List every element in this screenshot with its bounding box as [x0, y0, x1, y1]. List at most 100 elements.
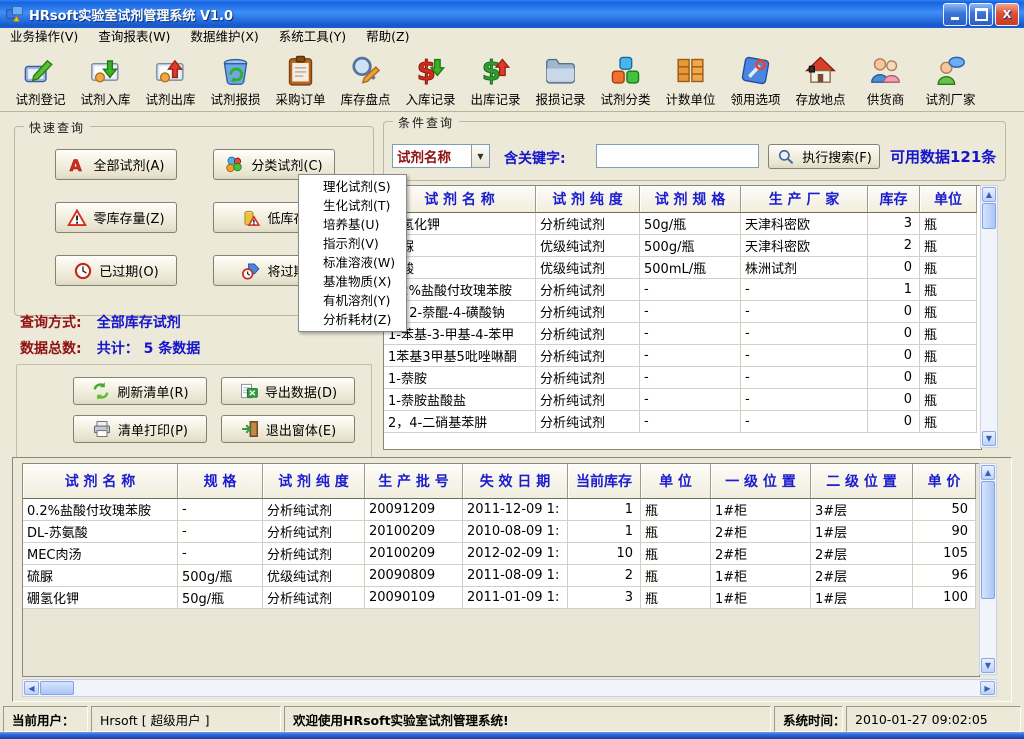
toolbar-button-usage-option[interactable]: 领用选项: [723, 46, 788, 108]
cell: 瓶: [641, 565, 711, 587]
toolbar-button-count-unit[interactable]: 计数单位: [658, 46, 723, 108]
column-header[interactable]: 试 剂 名 称: [23, 464, 178, 499]
export-button[interactable]: 导出数据(D): [221, 377, 355, 405]
column-header[interactable]: 生 产 厂 家: [741, 186, 868, 213]
column-header[interactable]: 单 位: [641, 464, 711, 499]
category-menu-item[interactable]: 指示剂(V): [299, 234, 406, 253]
category-menu-item[interactable]: 理化试剂(S): [299, 177, 406, 196]
refresh-button[interactable]: 刷新清单(R): [73, 377, 207, 405]
table-row[interactable]: 0.2%盐酸付玫瑰苯胺分析纯试剂--1瓶: [384, 279, 977, 301]
chevron-down-icon[interactable]: ▼: [471, 145, 489, 167]
column-header[interactable]: 一 级 位 置: [711, 464, 811, 499]
cell: 2: [568, 565, 641, 587]
detail-hscrollbar[interactable]: ◀ ▶: [22, 679, 997, 697]
column-header[interactable]: 单 价: [913, 464, 976, 499]
table-row[interactable]: DL-苏氨酸-分析纯试剂201002092010-08-09 1:1瓶2#柜1#…: [23, 521, 976, 543]
toolbar-button-in-record[interactable]: $入库记录: [398, 46, 463, 108]
all-reagents-icon: A: [67, 155, 87, 175]
category-menu-item[interactable]: 标准溶液(W): [299, 253, 406, 272]
menu-item[interactable]: 查询报表(W): [88, 28, 180, 46]
scroll-right-icon[interactable]: ▶: [980, 681, 995, 695]
scroll-thumb[interactable]: [40, 681, 74, 695]
scroll-up-icon[interactable]: ▲: [982, 187, 996, 202]
maximize-button[interactable]: [969, 3, 993, 26]
toolbar-button-supplier[interactable]: 供货商: [853, 46, 918, 108]
category-menu-item[interactable]: 基准物质(X): [299, 272, 406, 291]
scroll-down-icon[interactable]: ▼: [982, 431, 996, 446]
toolbar-button-stock-check[interactable]: 库存盘点: [333, 46, 398, 108]
table-row[interactable]: 1-萘胺分析纯试剂--0瓶: [384, 367, 977, 389]
column-header[interactable]: 失 效 日 期: [463, 464, 568, 499]
quick-button-all-reagents[interactable]: A全部试剂(A): [55, 149, 177, 180]
column-header[interactable]: 试 剂 规 格: [640, 186, 741, 213]
column-header[interactable]: 二 级 位 置: [811, 464, 913, 499]
scroll-thumb[interactable]: [982, 203, 996, 229]
table-row[interactable]: 1-苯基-3-甲基-4-苯甲分析纯试剂--0瓶: [384, 323, 977, 345]
print-button[interactable]: 清单打印(P): [73, 415, 207, 443]
toolbar-button-reagent-loss[interactable]: 试剂报损: [203, 46, 268, 108]
category-menu-item[interactable]: 分析耗材(Z): [299, 310, 406, 329]
category-menu-item[interactable]: 有机溶剂(Y): [299, 291, 406, 310]
table-row[interactable]: 1-萘胺盐酸盐分析纯试剂--0瓶: [384, 389, 977, 411]
count-unit-icon: [674, 54, 707, 87]
cell: -: [741, 323, 868, 345]
toolbar-button-storage-location[interactable]: 存放地点: [788, 46, 853, 108]
category-menu-item[interactable]: 培养基(U): [299, 215, 406, 234]
toolbar-button-label: 试剂登记: [15, 89, 65, 108]
column-header[interactable]: 生 产 批 号: [365, 464, 463, 499]
toolbar-button-loss-record[interactable]: 报损记录: [528, 46, 593, 108]
scroll-down-icon[interactable]: ▼: [981, 658, 995, 673]
table-row[interactable]: 1，2-萘醌-4-磺酸钠分析纯试剂--0瓶: [384, 301, 977, 323]
keyword-input[interactable]: [596, 144, 759, 168]
field-selector[interactable]: 试剂名称 ▼: [392, 144, 490, 168]
toolbar-button-purchase-order[interactable]: 采购订单: [268, 46, 333, 108]
toolbar-button-out-record[interactable]: $出库记录: [463, 46, 528, 108]
stock-table-vscrollbar[interactable]: ▲ ▼: [980, 185, 998, 448]
toolbar-button-reagent-category[interactable]: 试剂分类: [593, 46, 658, 108]
toolbar-button-manufacturer[interactable]: 试剂厂家: [918, 46, 983, 108]
scroll-left-icon[interactable]: ◀: [24, 681, 39, 695]
column-header[interactable]: 试 剂 纯 度: [263, 464, 365, 499]
table-row[interactable]: 0.2%盐酸付玫瑰苯胺-分析纯试剂200912092011-12-09 1:1瓶…: [23, 499, 976, 521]
column-header[interactable]: 当前库存: [568, 464, 641, 499]
table-row[interactable]: 硫脲500g/瓶优级纯试剂200908092011-08-09 1:2瓶1#柜2…: [23, 565, 976, 587]
table-row[interactable]: 2，4-二硝基苯肼分析纯试剂--0瓶: [384, 411, 977, 433]
search-button[interactable]: 执行搜索(F): [768, 144, 880, 169]
exit-button[interactable]: 退出窗体(E): [221, 415, 355, 443]
cell: -: [178, 521, 263, 543]
column-header[interactable]: 库存: [868, 186, 920, 213]
menu-item[interactable]: 帮助(Z): [356, 28, 419, 46]
scroll-thumb[interactable]: [981, 481, 995, 599]
cell: 瓶: [920, 367, 977, 389]
table-row[interactable]: 硼氢化钾50g/瓶分析纯试剂200901092011-01-09 1:3瓶1#柜…: [23, 587, 976, 609]
menu-item[interactable]: 系统工具(Y): [269, 28, 356, 46]
cell: 2012-02-09 1:: [463, 543, 568, 565]
category-menu-item[interactable]: 生化试剂(T): [299, 196, 406, 215]
toolbar-button-label: 试剂厂家: [925, 89, 975, 108]
cell: -: [741, 279, 868, 301]
toolbar-button-reagent-in[interactable]: 试剂入库: [73, 46, 138, 108]
will-expire-icon: [241, 261, 261, 281]
table-row[interactable]: 1苯基3甲基5吡唑啉酮分析纯试剂--0瓶: [384, 345, 977, 367]
column-header[interactable]: 单位: [920, 186, 977, 213]
quick-button-expired[interactable]: 已过期(O): [55, 255, 177, 286]
table-row[interactable]: MEC肉汤-分析纯试剂201002092012-02-09 1:10瓶2#柜2#…: [23, 543, 976, 565]
column-header[interactable]: 规 格: [178, 464, 263, 499]
table-row[interactable]: 盐酸优级纯试剂500mL/瓶株洲试剂0瓶: [384, 257, 977, 279]
toolbar-button-reagent-register[interactable]: 试剂登记: [8, 46, 73, 108]
cell: 瓶: [641, 587, 711, 609]
menu-item[interactable]: 业务操作(V): [0, 28, 88, 46]
toolbar-button-reagent-out[interactable]: 试剂出库: [138, 46, 203, 108]
scroll-up-icon[interactable]: ▲: [981, 465, 995, 480]
cell: 2011-08-09 1:: [463, 565, 568, 587]
menu-item[interactable]: 数据维护(X): [180, 28, 268, 46]
zero-stock-icon: [67, 208, 87, 228]
data-total-label: 数据总数:: [20, 341, 82, 357]
close-button[interactable]: X: [995, 3, 1019, 26]
table-row[interactable]: 硼氢化钾分析纯试剂50g/瓶天津科密欧3瓶: [384, 213, 977, 235]
quick-button-zero-stock[interactable]: 零库存量(Z): [55, 202, 177, 233]
column-header[interactable]: 试 剂 纯 度: [536, 186, 640, 213]
table-row[interactable]: 硫脲优级纯试剂500g/瓶天津科密欧2瓶: [384, 235, 977, 257]
detail-table-vscrollbar[interactable]: ▲ ▼: [979, 463, 997, 675]
minimize-button[interactable]: [943, 3, 967, 26]
